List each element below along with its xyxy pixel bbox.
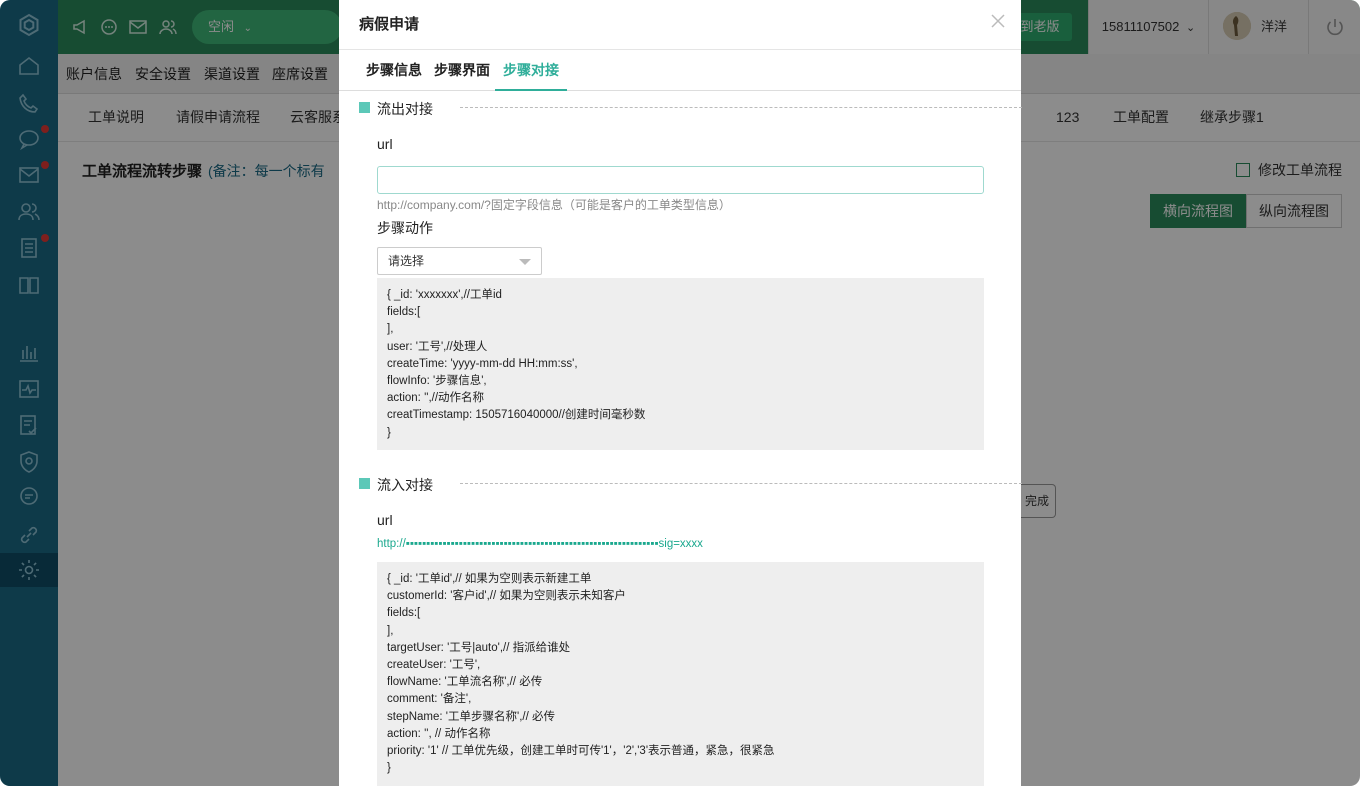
outflow-url-hint: http://company.com/?固定字段信息（可能是客户的工单类型信息） (377, 198, 731, 212)
step-action-select[interactable]: 请选择 (377, 247, 542, 275)
divider (460, 107, 1022, 108)
outflow-url-input[interactable] (377, 166, 984, 194)
section-marker (359, 478, 370, 489)
step-action-label: 步骤动作 (377, 220, 433, 236)
tab-step-info[interactable]: 步骤信息 (366, 50, 422, 91)
inflow-url-link[interactable]: http://▪▪▪▪▪▪▪▪▪▪▪▪▪▪▪▪▪▪▪▪▪▪▪▪▪▪▪▪▪▪▪▪▪… (377, 538, 703, 550)
app-window: 空闲 ⌄ 到老版 15811107502 ⌄ 洋洋 账户信息 安全设置 渠道设置… (0, 0, 1360, 786)
outflow-url-label: url (377, 136, 393, 152)
section-marker (359, 102, 370, 113)
dialog-tabs: 步骤信息 步骤界面 步骤对接 (339, 50, 1021, 91)
outflow-code-sample: { _id: 'xxxxxxx',//工单id fields:[ ], user… (377, 278, 984, 450)
inflow-code-sample: { _id: '工单id',// 如果为空则表示新建工单 customerId:… (377, 562, 984, 786)
divider (460, 483, 1022, 484)
step-action-placeholder: 请选择 (388, 254, 425, 268)
tab-step-integration[interactable]: 步骤对接 (495, 50, 567, 91)
step-dialog: 病假申请 步骤信息 步骤界面 步骤对接 流出对接 url http://comp… (339, 0, 1022, 786)
inflow-title: 流入对接 (377, 477, 433, 493)
tab-step-ui[interactable]: 步骤界面 (434, 50, 490, 91)
outflow-title: 流出对接 (377, 101, 433, 117)
close-icon[interactable] (989, 12, 1007, 30)
inflow-url-label: url (377, 512, 393, 528)
dialog-title: 病假申请 (359, 16, 420, 33)
caret-down-icon (519, 259, 531, 265)
